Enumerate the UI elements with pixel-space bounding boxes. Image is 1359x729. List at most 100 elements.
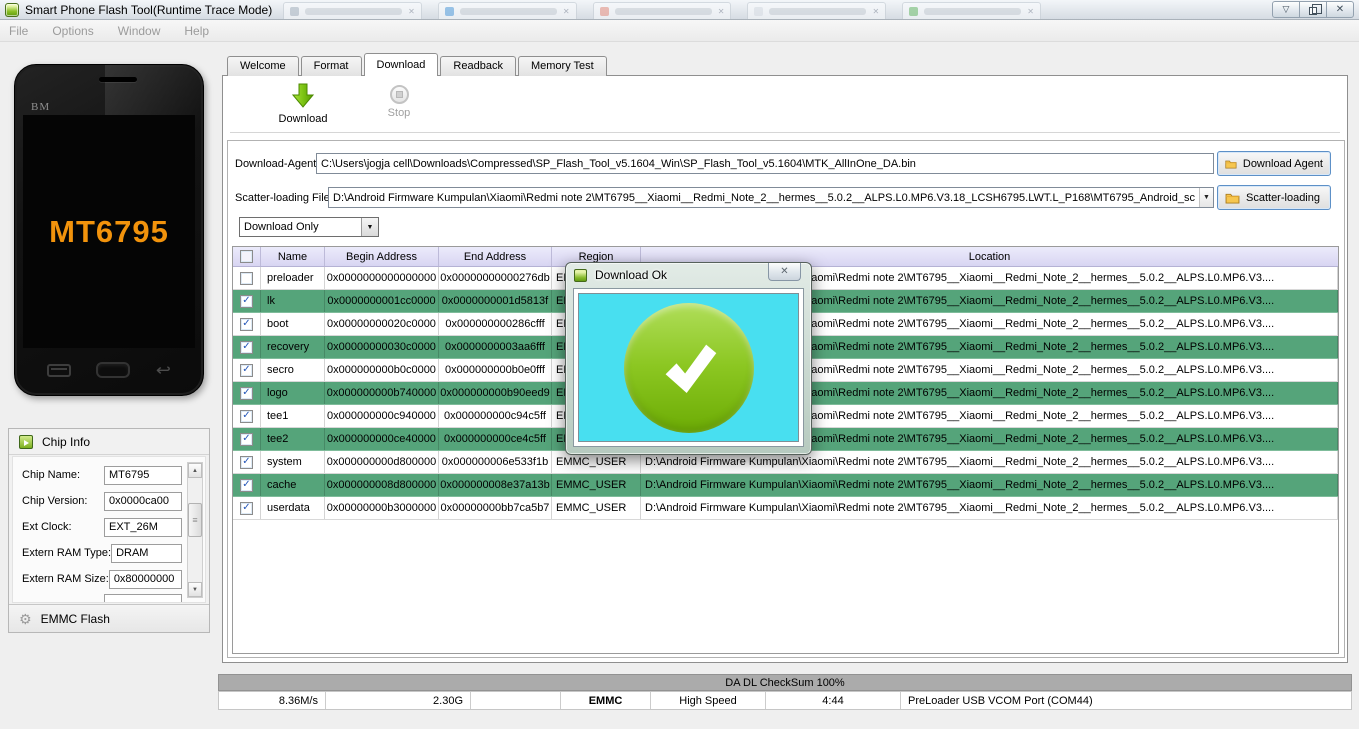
- download-agent-input[interactable]: [316, 153, 1214, 174]
- background-window-tab: ✕: [592, 2, 732, 19]
- cell-location: D:\Android Firmware Kumpulan\Xiaomi\Redm…: [641, 497, 1338, 519]
- title-bar: Smart Phone Flash Tool(Runtime Trace Mod…: [0, 0, 1359, 20]
- cell-name: tee1: [261, 405, 325, 427]
- chip-field-value-clipped: [104, 594, 182, 602]
- cell-end-address: 0x00000000bb7ca5b7: [439, 497, 552, 519]
- close-button[interactable]: ✕: [1326, 1, 1354, 18]
- cell-begin-address: 0x0000000001cc0000: [325, 290, 439, 312]
- scatter-file-input[interactable]: [328, 187, 1214, 208]
- checkbox-cell: ✓: [233, 313, 261, 335]
- download-mode-select[interactable]: Download Only ▼: [239, 217, 379, 237]
- tab-memory-test[interactable]: Memory Test: [517, 56, 607, 76]
- select-all-checkbox[interactable]: [240, 250, 253, 263]
- app-icon: [5, 3, 19, 17]
- scroll-down-icon[interactable]: ▼: [188, 582, 202, 597]
- background-window-tabs: ✕ ✕ ✕ ✕ ✕: [283, 2, 1041, 19]
- cell-name: preloader: [261, 267, 325, 289]
- row-checkbox[interactable]: ✓: [240, 386, 253, 400]
- cell-end-address: 0x00000000000276db: [439, 267, 552, 289]
- download-agent-button[interactable]: Download Agent: [1217, 151, 1331, 176]
- row-checkbox[interactable]: ✓: [240, 317, 253, 331]
- checkbox-cell: ✓: [233, 382, 261, 404]
- table-row[interactable]: ✓ userdata 0x00000000b3000000 0x00000000bb7…: [233, 497, 1338, 520]
- cell-name: userdata: [261, 497, 325, 519]
- phone-home-icon: [96, 362, 131, 378]
- cell-end-address: 0x000000000b90eed9: [439, 382, 552, 404]
- restore-button[interactable]: [1299, 1, 1327, 18]
- header-name[interactable]: Name: [261, 247, 325, 266]
- header-begin-address[interactable]: Begin Address: [325, 247, 439, 266]
- row-checkbox[interactable]: ✓: [240, 478, 253, 492]
- tab-welcome[interactable]: Welcome: [227, 56, 299, 76]
- dialog-body: [573, 288, 804, 447]
- status-speed: 8.36M/s: [219, 692, 326, 709]
- row-checkbox[interactable]: ✓: [240, 455, 253, 469]
- chip-info-scrollbar[interactable]: ▲ ≡ ▼: [187, 462, 203, 598]
- window-title: Smart Phone Flash Tool(Runtime Trace Mod…: [25, 3, 273, 17]
- row-checkbox[interactable]: ✓: [240, 409, 253, 423]
- emmc-flash-section[interactable]: ⚙ EMMC Flash: [9, 604, 209, 632]
- row-checkbox[interactable]: ✓: [240, 363, 253, 377]
- phone-speaker: [99, 77, 138, 82]
- window-controls: ▽ ✕: [1272, 1, 1354, 18]
- chip-field-value: MT6795: [104, 465, 182, 485]
- menu-item-window[interactable]: Window: [118, 24, 161, 38]
- menu-item-file[interactable]: File: [9, 24, 28, 38]
- row-checkbox[interactable]: ✓: [240, 432, 253, 446]
- chip-info-field: Extern RAM Size: 0x80000000: [13, 566, 185, 592]
- select-all-cell: [233, 247, 261, 266]
- chevron-down-icon[interactable]: ▼: [361, 218, 378, 236]
- menu-item-options[interactable]: Options: [52, 24, 93, 38]
- scrollbar-thumb[interactable]: ≡: [188, 503, 202, 537]
- checkbox-cell: ✓: [233, 336, 261, 358]
- scroll-up-icon[interactable]: ▲: [188, 463, 202, 478]
- progress-bar: DA DL CheckSum 100%: [218, 674, 1352, 691]
- success-circle: [623, 302, 754, 433]
- checkmark-icon: [665, 344, 716, 393]
- cell-name: system: [261, 451, 325, 473]
- scatter-dropdown-arrow-icon[interactable]: ▼: [1199, 188, 1213, 207]
- checkbox-cell: ✓: [233, 474, 261, 496]
- toolbar-separator: [230, 132, 1340, 133]
- chip-info-body: Chip Name: MT6795 Chip Version: 0x0000ca00 E…: [12, 456, 206, 603]
- stop-icon: [389, 85, 409, 104]
- status-elapsed-time: 4:44: [766, 692, 901, 709]
- tab-readback[interactable]: Readback: [440, 56, 516, 76]
- close-icon: ✕: [872, 6, 880, 16]
- dialog-close-button[interactable]: ✕: [768, 263, 801, 281]
- menu-item-help[interactable]: Help: [184, 24, 209, 38]
- chip-info-header[interactable]: Chip Info: [9, 429, 209, 455]
- download-ok-dialog: Download Ok ✕: [565, 262, 812, 455]
- chip-field-label: Ext Clock:: [22, 521, 72, 533]
- minimize-button[interactable]: ▽: [1272, 1, 1300, 18]
- dialog-title-bar: Download Ok: [574, 268, 667, 282]
- row-checkbox[interactable]: ✓: [240, 340, 253, 354]
- scatter-file-label: Scatter-loading File: [235, 192, 330, 204]
- stop-button[interactable]: Stop: [369, 85, 429, 119]
- status-spare: [471, 692, 561, 709]
- window-icon: [599, 6, 609, 16]
- close-icon: ✕: [1027, 6, 1034, 16]
- row-checkbox[interactable]: ✓: [240, 294, 253, 308]
- checkbox-cell: ✓: [233, 290, 261, 312]
- cell-name: tee2: [261, 428, 325, 450]
- chip-field-value: 0x80000000: [108, 569, 182, 589]
- tab-format[interactable]: Format: [300, 56, 362, 76]
- menu-bar: File Options Window Help: [0, 20, 1359, 42]
- download-button-label: Download: [278, 113, 328, 125]
- tab-bar: Welcome Format Download Readback Memory Test: [227, 53, 607, 76]
- cell-end-address: 0x0000000003aa6fff: [439, 336, 552, 358]
- header-end-address[interactable]: End Address: [439, 247, 552, 266]
- download-button[interactable]: Download: [253, 83, 353, 125]
- row-checkbox[interactable]: [240, 271, 253, 285]
- stop-button-label: Stop: [387, 107, 411, 119]
- cell-begin-address: 0x000000008d800000: [325, 474, 439, 496]
- chip-info-panel: Chip Info Chip Name: MT6795 Chip Version: 0…: [8, 428, 210, 633]
- cell-name: secro: [261, 359, 325, 381]
- background-window-tab: ✕: [747, 2, 887, 19]
- table-row[interactable]: ✓ cache 0x000000008d800000 0x000000008e37a1…: [233, 474, 1338, 497]
- scatter-loading-button[interactable]: Scatter-loading: [1217, 185, 1331, 210]
- window-icon: [444, 6, 454, 16]
- tab-download[interactable]: Download: [363, 53, 439, 76]
- row-checkbox[interactable]: ✓: [240, 501, 253, 515]
